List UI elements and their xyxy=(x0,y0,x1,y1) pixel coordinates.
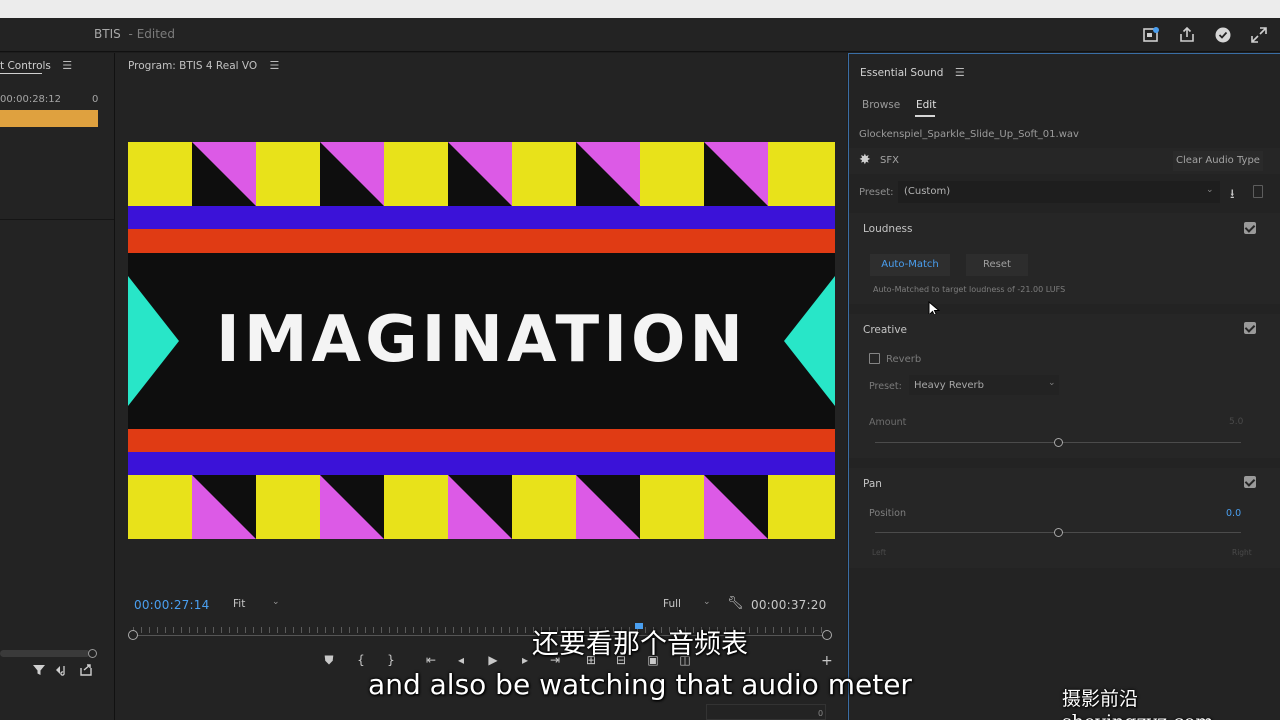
tab-edit[interactable]: Edit xyxy=(916,99,936,111)
publish-icon[interactable] xyxy=(1141,25,1161,45)
resolution-dropdown[interactable]: Full xyxy=(663,598,681,610)
fit-chevron-down-icon[interactable]: ⌄ xyxy=(272,597,280,607)
program-monitor-title: Program: BTIS 4 Real VO xyxy=(128,60,258,72)
wrench-icon[interactable]: 🔧︎ xyxy=(727,596,744,611)
trash-icon[interactable] xyxy=(1253,185,1263,198)
effect-controls-panel: t Controls ☰ 00:00:28:12 0 xyxy=(0,53,114,720)
pan-left-label: Left xyxy=(872,548,887,557)
fullscreen-icon[interactable] xyxy=(1249,25,1269,45)
program-menu-icon[interactable]: ☰ xyxy=(270,59,280,72)
panel-menu-icon[interactable]: ☰ xyxy=(62,59,72,72)
bottom-pattern xyxy=(128,475,835,539)
essential-sound-title: Essential Sound xyxy=(860,67,944,79)
audio-meter-zero-label: 0 xyxy=(818,709,824,718)
creative-title[interactable]: Creative xyxy=(863,324,907,336)
reverb-label: Reverb xyxy=(886,354,922,365)
program-monitor-tab[interactable]: Program: BTIS 4 Real VO ☰ xyxy=(128,59,279,72)
clear-audio-type-button[interactable]: Clear Audio Type xyxy=(1173,151,1263,171)
project-name: BTIS xyxy=(94,27,121,41)
audio-type-row: ✸ SFX Clear Audio Type xyxy=(849,148,1280,174)
creative-checkbox[interactable] xyxy=(1244,322,1256,334)
top-blue-stripe xyxy=(128,206,835,229)
project-title: BTIS - Edited xyxy=(94,27,175,41)
audio-type-label: SFX xyxy=(880,155,899,166)
reverb-preset-label: Preset: xyxy=(869,381,902,392)
pan-title[interactable]: Pan xyxy=(863,478,882,490)
bottom-orange-stripe xyxy=(128,429,835,452)
fit-dropdown[interactable]: Fit xyxy=(233,598,245,610)
preset-dropdown[interactable]: (Custom) ⌄ xyxy=(898,181,1220,203)
clip-name: Glockenspiel_Sparkle_Slide_Up_Soft_01.wa… xyxy=(859,129,1079,140)
edited-status: - Edited xyxy=(128,27,175,41)
position-value[interactable]: 0.0 xyxy=(1226,508,1241,519)
share-icon[interactable] xyxy=(1177,25,1197,45)
bottom-blue-stripe xyxy=(128,452,835,475)
clip-bar[interactable] xyxy=(0,110,98,127)
pan-right-label: Right xyxy=(1232,548,1252,557)
pan-slider-handle[interactable] xyxy=(1053,528,1063,537)
chinese-subtitle: 还要看那个音频表 xyxy=(532,629,748,660)
reverb-preset-dropdown[interactable]: Heavy Reverb ⌄ xyxy=(909,375,1059,395)
reverb-checkbox[interactable] xyxy=(869,353,880,364)
check-icon[interactable] xyxy=(1213,25,1233,45)
video-title-text: IMAGINATION xyxy=(216,303,747,377)
effect-controls-end-label: 0 xyxy=(92,94,99,105)
resolution-chevron-down-icon[interactable]: ⌄ xyxy=(703,597,711,607)
loudness-checkbox[interactable] xyxy=(1244,222,1256,234)
amount-slider-handle[interactable] xyxy=(1053,438,1063,447)
video-preview[interactable]: IMAGINATION xyxy=(128,142,835,539)
reverb-chevron-down-icon: ⌄ xyxy=(1048,378,1056,388)
watermark: 摄影前沿 sheyingzyz.com xyxy=(1062,688,1213,720)
sfx-burst-icon: ✸ xyxy=(859,152,871,168)
auto-match-button[interactable]: Auto-Match xyxy=(870,254,950,276)
tab-underline xyxy=(0,73,42,74)
essential-sound-menu-icon[interactable]: ☰ xyxy=(955,66,965,79)
top-pattern xyxy=(128,142,835,206)
preset-chevron-down-icon: ⌄ xyxy=(1206,185,1214,195)
title-bar: BTIS - Edited xyxy=(0,18,1280,52)
preset-label: Preset: xyxy=(859,187,894,198)
effect-controls-timecode: 00:00:28:12 xyxy=(0,94,62,105)
position-label: Position xyxy=(869,508,906,519)
amount-label: Amount xyxy=(869,417,907,428)
reverb-preset-value: Heavy Reverb xyxy=(914,380,984,391)
effect-controls-label: t Controls xyxy=(0,60,51,72)
pan-checkbox[interactable] xyxy=(1244,476,1256,488)
top-orange-stripe xyxy=(128,229,835,253)
effect-controls-tab[interactable]: t Controls ☰ xyxy=(0,59,72,74)
os-top-strip xyxy=(0,0,1280,18)
duration-timecode: 00:00:37:20 xyxy=(751,598,827,612)
current-timecode[interactable]: 00:00:27:14 xyxy=(134,598,209,612)
panel-divider xyxy=(0,219,114,220)
essential-sound-tab[interactable]: Essential Sound ☰ xyxy=(860,66,965,79)
loudness-section: Loudness Auto-Match Reset Auto-Matched t… xyxy=(849,213,1280,304)
loudness-title[interactable]: Loudness xyxy=(863,223,912,235)
program-monitor: Program: BTIS 4 Real VO ☰ IMAGINATION 00… xyxy=(114,53,847,720)
audio-meter xyxy=(706,704,826,720)
reset-button[interactable]: Reset xyxy=(966,254,1028,276)
tab-browse[interactable]: Browse xyxy=(862,99,900,111)
active-tab-indicator xyxy=(915,115,935,117)
loudness-hint: Auto-Matched to target loudness of -21.0… xyxy=(873,285,1066,294)
pan-section: Pan Position 0.0 Left Right xyxy=(849,468,1280,568)
creative-section: Creative Reverb Preset: Heavy Reverb ⌄ A… xyxy=(849,314,1280,458)
essential-sound-panel: Essential Sound ☰ Browse Edit Glockenspi… xyxy=(848,53,1280,720)
save-preset-icon[interactable]: ⭳ xyxy=(1230,185,1235,207)
preset-value: (Custom) xyxy=(904,186,951,197)
amount-value: 5.0 xyxy=(1229,417,1244,427)
